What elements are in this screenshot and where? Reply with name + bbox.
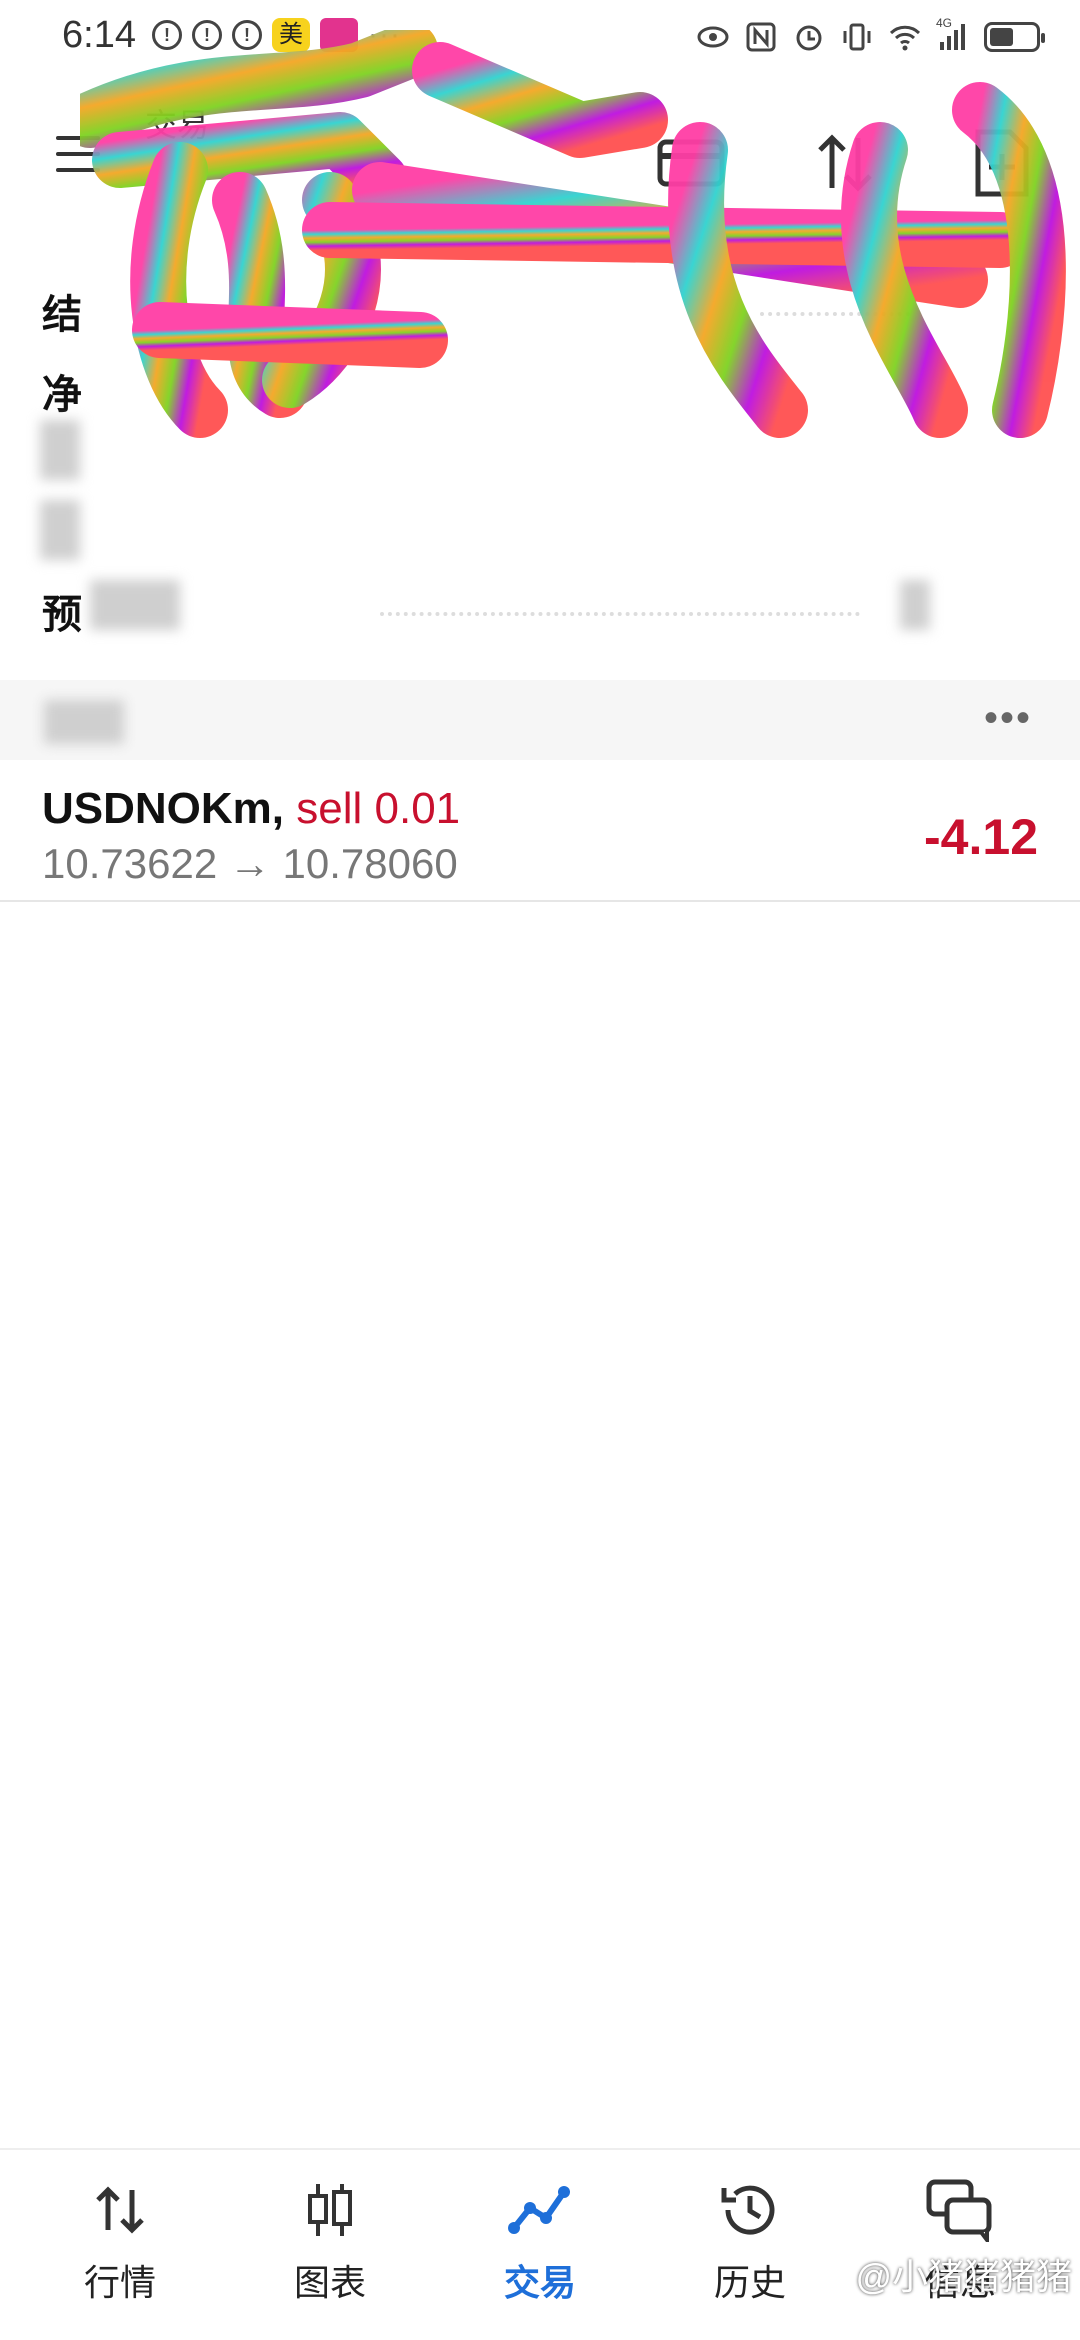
redacted-block xyxy=(40,500,80,560)
position-row[interactable]: USDNOKm, sell 0.01 10.73622 → 10.78060 -… xyxy=(0,760,1080,902)
watermark-text: 小猪猪猪猪 xyxy=(891,2256,1072,2297)
nav-trade[interactable]: 交易 xyxy=(440,2170,640,2306)
nav-quotes[interactable]: 行情 xyxy=(20,2170,220,2306)
more-options-icon[interactable]: ••• xyxy=(984,696,1032,741)
nav-label: 历史 xyxy=(713,2262,786,2303)
summary-row-balance: 结 xyxy=(42,293,82,337)
position-side: sell 0.01 xyxy=(296,784,461,833)
nav-label: 图表 xyxy=(293,2262,366,2303)
summary-row-equity: 净 xyxy=(42,373,82,417)
trade-line-icon xyxy=(508,2186,570,2234)
watermark: @小猪猪猪猪 xyxy=(855,2256,1072,2297)
position-prices: 10.73622 → 10.78060 xyxy=(42,840,458,887)
quotes-arrows-icon xyxy=(96,2186,144,2234)
messages-icon xyxy=(926,2179,992,2242)
position-profit: -4.12 xyxy=(924,809,1038,865)
history-clock-icon xyxy=(721,2185,775,2235)
redacted-block xyxy=(44,700,124,744)
positions-section-header: ••• xyxy=(0,680,1080,760)
summary-row-free-margin: 预 xyxy=(42,593,82,637)
position-title: USDNOKm, sell 0.01 xyxy=(42,784,460,834)
nav-history[interactable]: 历史 xyxy=(650,2170,850,2306)
nav-charts[interactable]: 图表 xyxy=(230,2170,430,2306)
bottom-nav: 行情 图表 交易 历史 信息 @小猪猪猪猪 xyxy=(0,2148,1080,2340)
redacted-block xyxy=(40,420,80,480)
nav-label: 交易 xyxy=(503,2262,576,2303)
network-type-label: 4G xyxy=(936,16,953,30)
scribble-redaction xyxy=(80,30,1066,438)
candlestick-icon xyxy=(308,2184,352,2236)
position-symbol: USDNOKm, xyxy=(42,784,285,833)
nav-label: 行情 xyxy=(83,2262,156,2303)
